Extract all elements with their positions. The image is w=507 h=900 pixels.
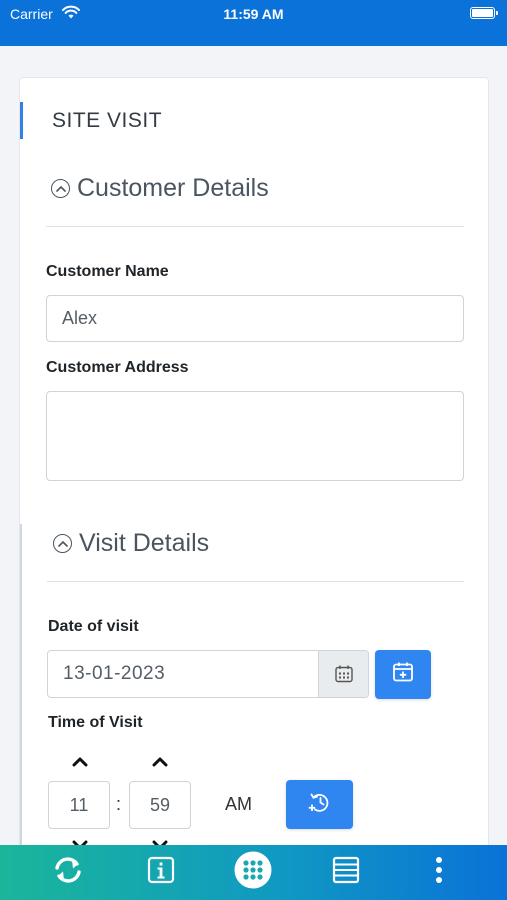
customer-details-heading: Customer Details (77, 174, 269, 202)
minute-input[interactable]: 59 (129, 781, 191, 829)
date-of-visit-label: Date of visit (48, 618, 139, 635)
calendar-plus-icon (391, 660, 415, 689)
status-time: 11:59 AM (223, 6, 284, 22)
meridian-toggle[interactable]: AM (225, 794, 252, 815)
visit-details-heading: Visit Details (79, 529, 210, 557)
site-visit-card: SITE VISIT Customer Details Customer Nam… (19, 77, 489, 857)
date-of-visit-field[interactable]: 13-01-2023 (47, 650, 369, 698)
time-of-visit-label: Time of Visit (48, 714, 143, 731)
chevron-up-circle-icon (53, 534, 72, 553)
list-button[interactable] (324, 851, 368, 895)
clock-plus-icon (307, 789, 333, 820)
status-bar: Carrier 11:59 AM (0, 0, 507, 46)
time-separator: : (116, 794, 122, 814)
set-current-time-button[interactable] (286, 780, 353, 829)
list-icon (332, 856, 360, 889)
visit-section-rule (20, 524, 22, 856)
customer-details-toggle[interactable]: Customer Details (51, 174, 269, 203)
card-title: SITE VISIT (52, 109, 163, 132)
date-value[interactable]: 13-01-2023 (48, 651, 318, 697)
bottom-nav (0, 845, 507, 900)
calendar-icon[interactable] (318, 651, 368, 697)
add-date-button[interactable] (375, 650, 431, 699)
info-button[interactable] (139, 851, 183, 895)
visit-divider (47, 581, 464, 582)
customer-divider (46, 226, 464, 227)
customer-address-input[interactable] (46, 391, 464, 481)
more-vertical-icon (435, 856, 443, 889)
battery-icon (470, 7, 498, 19)
sync-icon (51, 855, 85, 890)
chevron-up-circle-icon (51, 179, 70, 198)
hour-input[interactable]: 11 (48, 781, 110, 829)
info-icon (147, 856, 175, 889)
minute-increment-button[interactable] (150, 755, 170, 769)
apps-button[interactable] (231, 851, 275, 895)
title-accent-bar (20, 102, 23, 139)
hour-increment-button[interactable] (70, 755, 90, 769)
customer-address-label: Customer Address (46, 359, 189, 376)
apps-grid-icon (234, 851, 272, 894)
customer-name-input[interactable] (46, 295, 464, 342)
customer-name-label: Customer Name (46, 263, 169, 280)
more-button[interactable] (417, 851, 461, 895)
visit-details-toggle[interactable]: Visit Details (53, 529, 209, 558)
sync-button[interactable] (46, 851, 90, 895)
